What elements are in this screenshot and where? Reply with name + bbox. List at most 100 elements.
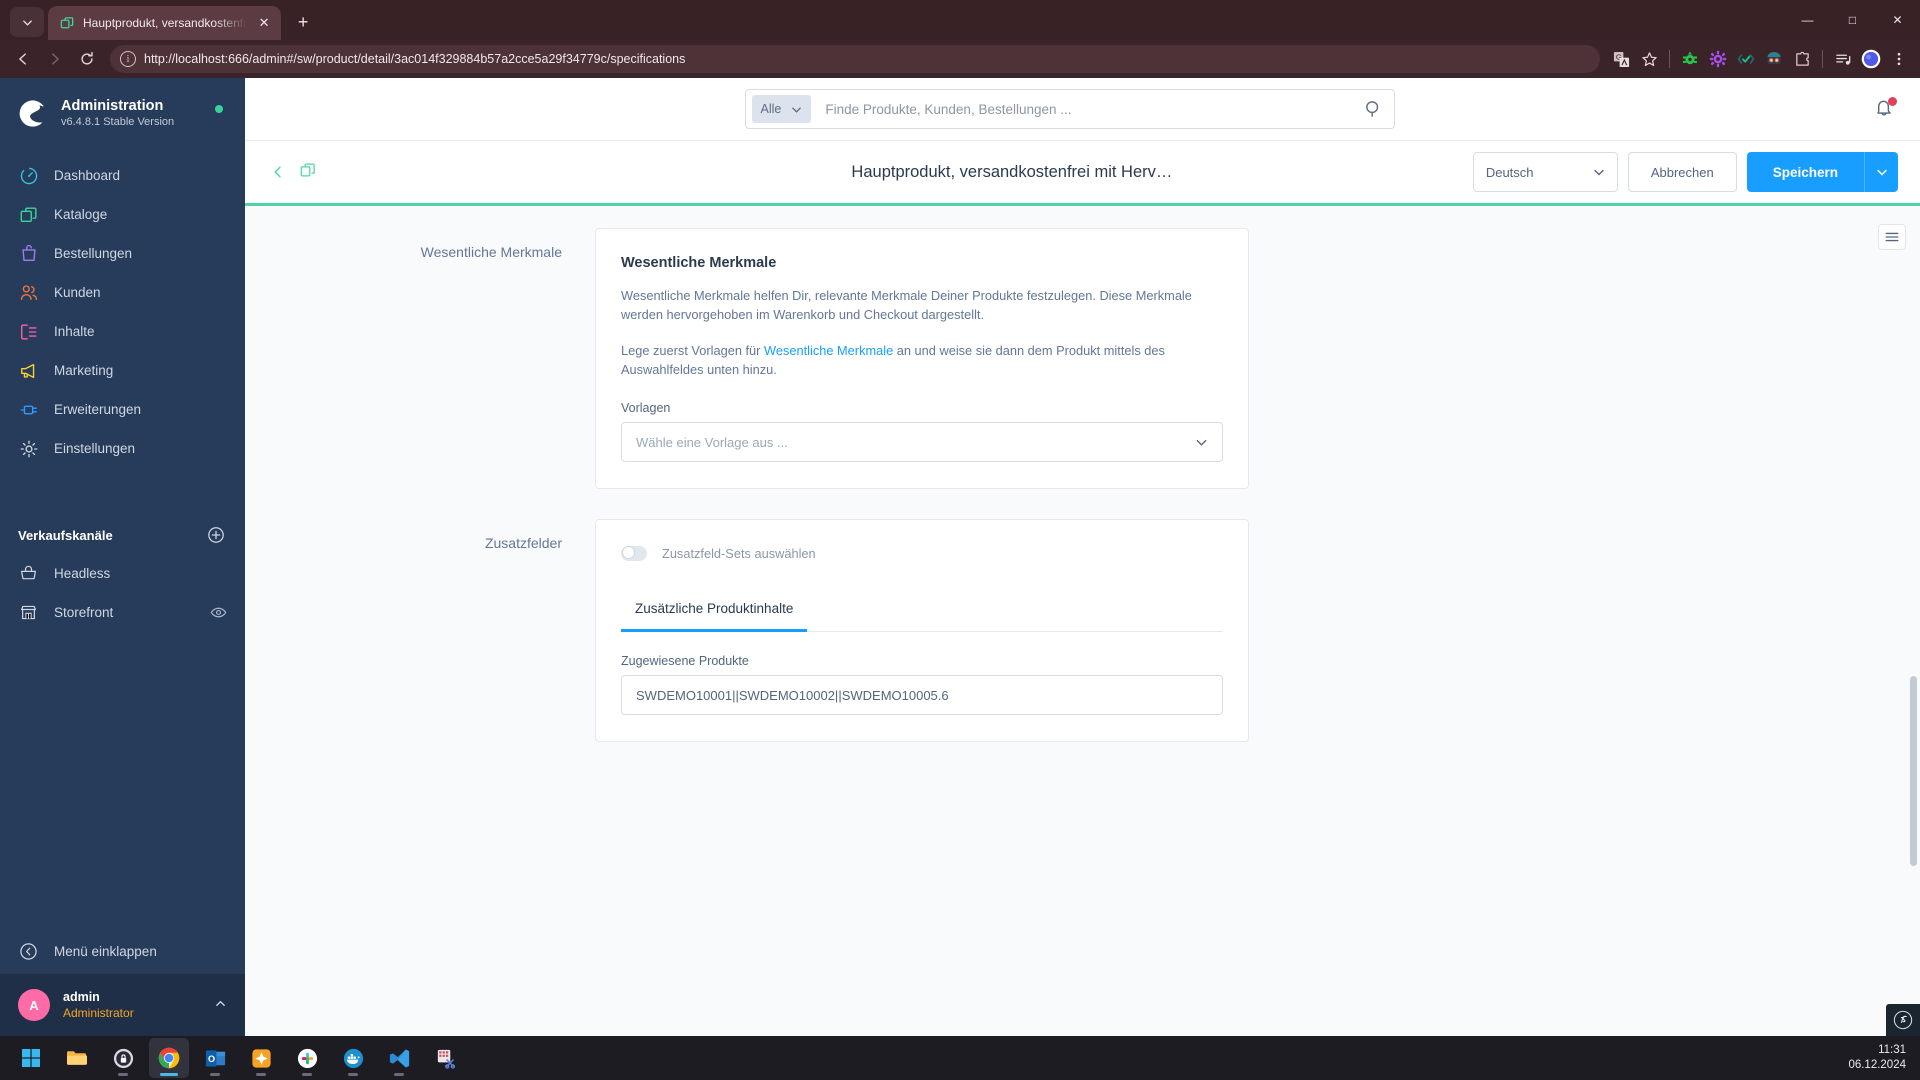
- sidebar-user[interactable]: A admin Administrator: [0, 974, 245, 1036]
- taskbar-clock[interactable]: 11:31 06.12.2024: [1848, 1043, 1920, 1073]
- chevron-up-icon[interactable]: [214, 997, 227, 1013]
- app-version: v6.4.8.1 Stable Version: [61, 116, 175, 128]
- sidebar-item-storefront[interactable]: Storefront: [0, 593, 245, 632]
- save-button[interactable]: Speichern: [1746, 152, 1864, 192]
- back-button[interactable]: [8, 44, 38, 74]
- extensions-plug-icon: [18, 399, 39, 420]
- extension-robot-icon[interactable]: [1761, 46, 1787, 72]
- start-windows-icon[interactable]: [11, 1038, 51, 1078]
- vscode-icon[interactable]: [379, 1038, 419, 1078]
- google-chrome-icon[interactable]: [149, 1038, 189, 1078]
- notification-bell[interactable]: [1872, 96, 1898, 122]
- content-sidebar-toggle[interactable]: [1878, 224, 1906, 250]
- keepass-lock-icon[interactable]: [103, 1038, 143, 1078]
- extension-gear-icon[interactable]: [1705, 46, 1731, 72]
- language-select[interactable]: Deutsch: [1472, 152, 1618, 192]
- running-indicator: [302, 1073, 312, 1076]
- close-window-button[interactable]: ✕: [1875, 0, 1920, 40]
- vorlagen-placeholder: Wähle eine Vorlage aus ...: [636, 434, 788, 450]
- sales-channels-header: Verkaufskanäle: [0, 506, 245, 554]
- running-indicator: [348, 1073, 358, 1076]
- sidebar-item-erweiterungen[interactable]: Erweiterungen: [0, 390, 245, 429]
- sidebar-collapse-button[interactable]: Menü einklappen: [0, 929, 245, 974]
- sidebar-item-marketing[interactable]: Marketing: [0, 351, 245, 390]
- extension-check-icon[interactable]: [1733, 46, 1759, 72]
- card-title: Wesentliche Merkmale: [621, 255, 777, 271]
- app-title: Administration: [61, 98, 164, 114]
- eye-icon[interactable]: [210, 604, 227, 621]
- puzzle-extensions-icon[interactable]: [1789, 46, 1815, 72]
- sidebar-item-label: Marketing: [54, 363, 114, 378]
- extension-bug-icon[interactable]: [1677, 46, 1703, 72]
- sidebar-item-kunden[interactable]: Kunden: [0, 273, 245, 312]
- reload-button[interactable]: [72, 44, 102, 74]
- search-scope-selector[interactable]: Alle: [751, 95, 812, 123]
- sidebar-item-dashboard[interactable]: Dashboard: [0, 156, 245, 195]
- browser-tab[interactable]: Hauptprodukt, versandkostenfr ✕: [48, 6, 282, 40]
- orange-star-icon[interactable]: [241, 1038, 281, 1078]
- profile-avatar-icon[interactable]: [1858, 46, 1884, 72]
- zusatzfeld-sets-toggle[interactable]: [621, 546, 647, 561]
- svg-text:O: O: [208, 1053, 215, 1063]
- info-circle-icon[interactable]: i: [120, 51, 136, 67]
- maximize-button[interactable]: □: [1830, 0, 1875, 40]
- toolbar-divider: [1669, 50, 1670, 68]
- tab-list-button[interactable]: [10, 7, 44, 37]
- forward-button[interactable]: [40, 44, 70, 74]
- dashboard-gauge-icon: [18, 165, 39, 186]
- wesentliche-merkmale-link[interactable]: Wesentliche Merkmale: [764, 343, 893, 358]
- media-playlist-icon[interactable]: [1830, 46, 1856, 72]
- search-wrapper: Alle: [267, 89, 1872, 129]
- close-icon[interactable]: ✕: [255, 14, 273, 32]
- cancel-button[interactable]: Abbrechen: [1627, 152, 1737, 192]
- vorlagen-select[interactable]: Wähle eine Vorlage aus ...: [621, 422, 1223, 462]
- sidebar-item-label: Einstellungen: [54, 441, 136, 456]
- user-role: Administrator: [63, 1006, 134, 1020]
- outlook-icon[interactable]: O: [195, 1038, 235, 1078]
- scrollbar-thumb[interactable]: [1910, 676, 1917, 866]
- card-paragraph-1: Wesentliche Merkmale helfen Dir, relevan…: [621, 288, 1192, 322]
- docker-icon[interactable]: [333, 1038, 373, 1078]
- zusatzfeld-sets-row[interactable]: Zusatzfeld-Sets auswählen: [621, 546, 1223, 561]
- content-scrollbar[interactable]: [1909, 206, 1918, 1036]
- minimize-button[interactable]: —: [1785, 0, 1830, 40]
- save-options-button[interactable]: [1864, 152, 1898, 192]
- global-search[interactable]: Alle: [744, 89, 1395, 129]
- search-input[interactable]: [811, 101, 1364, 117]
- arrow-left-icon: [19, 53, 26, 65]
- snipping-tool-icon[interactable]: [425, 1038, 465, 1078]
- plus-circle-icon[interactable]: [207, 526, 225, 544]
- admin-sidebar: Administration v6.4.8.1 Stable Version D…: [0, 78, 245, 1036]
- chevron-left-icon: [274, 166, 281, 178]
- sidebar-item-inhalte[interactable]: Inhalte: [0, 312, 245, 351]
- sidebar-item-einstellungen[interactable]: Einstellungen: [0, 429, 245, 468]
- sidebar-item-kataloge[interactable]: Kataloge: [0, 195, 245, 234]
- sidebar-item-headless[interactable]: Headless: [0, 554, 245, 593]
- tab-zusaetzliche-produktinhalte[interactable]: Zusätzliche Produktinhalte: [621, 601, 808, 632]
- duplicate-icon[interactable]: [299, 161, 321, 183]
- sidebar-brand[interactable]: Administration v6.4.8.1 Stable Version: [0, 78, 245, 146]
- address-bar[interactable]: i http://localhost:666/admin#/sw/product…: [110, 45, 1600, 73]
- sidebar-item-label: Kunden: [54, 285, 101, 300]
- three-dot-menu-icon[interactable]: [1886, 46, 1912, 72]
- search-icon[interactable]: [1364, 99, 1384, 119]
- new-tab-button[interactable]: +: [289, 8, 317, 36]
- translate-icon[interactable]: G: [1608, 46, 1634, 72]
- sidebar-item-label: Headless: [54, 566, 111, 581]
- symfony-profiler-icon[interactable]: [1886, 1004, 1920, 1036]
- chevron-left-circle-icon: [18, 941, 39, 962]
- sidebar-item-bestellungen[interactable]: Bestellungen: [0, 234, 245, 273]
- status-dot: [215, 105, 223, 113]
- file-explorer-icon[interactable]: [57, 1038, 97, 1078]
- zugewiesene-produkte-field: Zugewiesene Produkte SWDEMO10001||SWDEMO…: [621, 654, 1223, 715]
- custom-field-tabs: Zusätzliche Produktinhalte: [621, 601, 1223, 632]
- sidebar-item-label: Bestellungen: [54, 246, 133, 261]
- bookmark-star-icon[interactable]: [1636, 46, 1662, 72]
- shopware-logo-icon: [18, 99, 48, 129]
- orders-bag-icon: [18, 243, 39, 264]
- notification-badge: [1888, 97, 1897, 106]
- page-header: Hauptprodukt, versandkostenfrei mit Herv…: [245, 141, 1920, 206]
- zugewiesene-produkte-input[interactable]: SWDEMO10001||SWDEMO10002||SWDEMO10005.6: [621, 675, 1223, 715]
- back-to-list-button[interactable]: [267, 161, 289, 183]
- slack-icon[interactable]: [287, 1038, 327, 1078]
